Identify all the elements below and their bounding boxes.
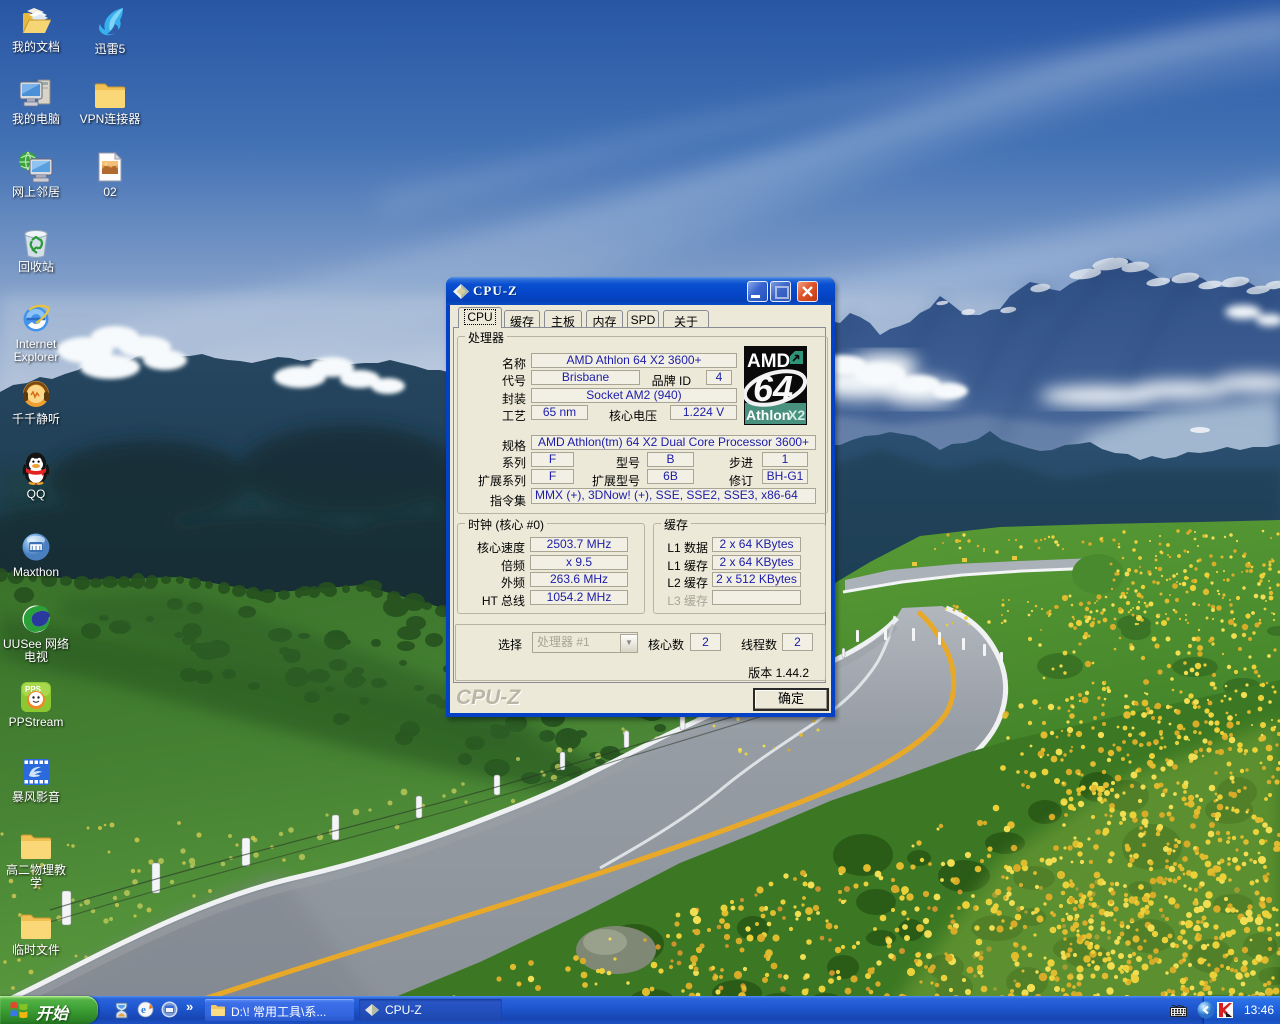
- svg-text:X2: X2: [788, 407, 805, 423]
- svg-text:Athlon: Athlon: [746, 407, 790, 423]
- svg-text:64: 64: [753, 368, 793, 409]
- svg-text:e: e: [141, 1004, 146, 1016]
